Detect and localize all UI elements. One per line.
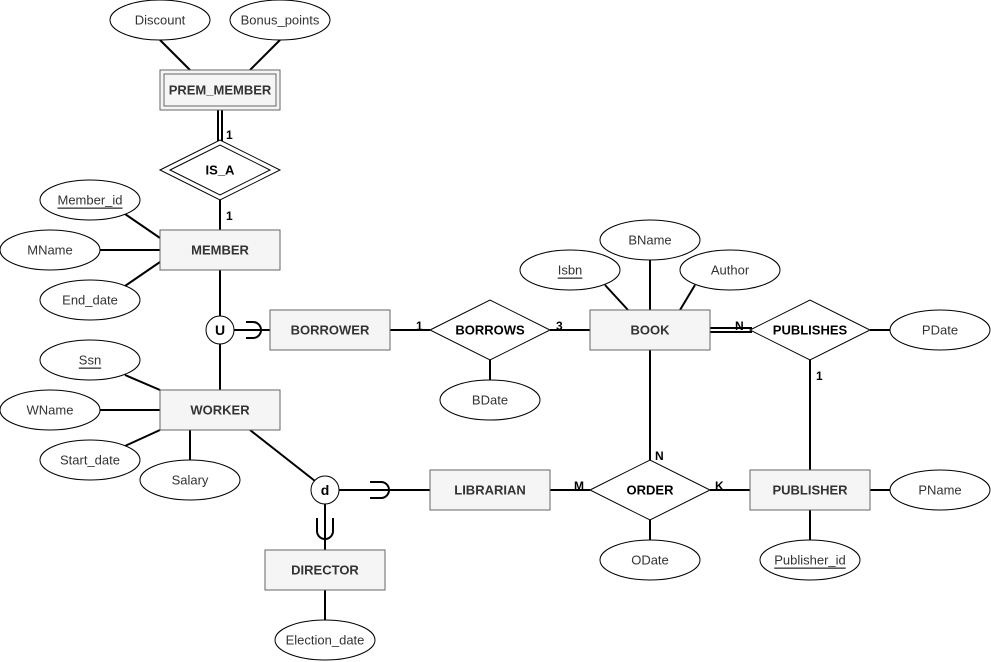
connector-line: [159, 39, 191, 71]
cardinality-order-publisher: K: [715, 479, 724, 493]
entity-borrower[interactable]: BORROWER: [269, 309, 391, 351]
label: WName: [27, 403, 74, 418]
cardinality-borrows-book: 3: [556, 319, 563, 333]
relationship-publishes[interactable]: PUBLISHES: [748, 299, 872, 361]
connector-line: [249, 39, 281, 71]
label: PDate: [922, 323, 958, 338]
label: Ssn: [79, 353, 101, 368]
attribute-bdate[interactable]: BDate: [439, 379, 541, 421]
attribute-author[interactable]: Author: [679, 249, 781, 291]
label: PName: [918, 483, 961, 498]
attribute-pdate[interactable]: PDate: [889, 309, 991, 351]
entity-director[interactable]: DIRECTOR: [264, 549, 386, 591]
relationship-is-a[interactable]: IS_A: [158, 139, 282, 201]
er-diagram: PREM_MEMBER MEMBER BORROWER WORKER BOOK LIBRA…: [0, 0, 991, 661]
relationship-borrows[interactable]: BORROWS: [428, 299, 552, 361]
cardinality-isa-member: 1: [226, 209, 233, 223]
cardinality-prem-isa: 1: [226, 128, 233, 142]
connector-line: [604, 284, 629, 311]
attribute-ssn[interactable]: Ssn: [39, 339, 141, 381]
label: PUBLISHER: [772, 483, 848, 498]
attribute-discount[interactable]: Discount: [109, 0, 211, 41]
label: Member_id: [57, 193, 122, 208]
cardinality-publishes-publisher: 1: [816, 369, 823, 383]
connector-line: [679, 284, 696, 311]
attribute-election-date[interactable]: Election_date: [274, 619, 376, 661]
entity-book[interactable]: BOOK: [589, 309, 711, 351]
label: Publisher_id: [774, 553, 846, 568]
label: WORKER: [190, 403, 250, 418]
attribute-end-date[interactable]: End_date: [39, 279, 141, 321]
entity-librarian[interactable]: LIBRARIAN: [429, 469, 551, 511]
attribute-isbn[interactable]: Isbn: [519, 249, 621, 291]
label: MName: [27, 243, 73, 258]
entity-prem-member[interactable]: PREM_MEMBER: [159, 69, 281, 111]
connector-line: [124, 374, 161, 391]
attribute-wname[interactable]: WName: [0, 389, 101, 431]
label: LIBRARIAN: [454, 483, 526, 498]
attribute-start-date[interactable]: Start_date: [39, 439, 141, 481]
attribute-member-id[interactable]: Member_id: [39, 179, 141, 221]
attribute-salary[interactable]: Salary: [139, 459, 241, 501]
cardinality-librarian-order: M: [574, 479, 584, 493]
label: BORROWER: [291, 323, 370, 338]
label: Author: [711, 263, 750, 278]
attribute-publisher-id[interactable]: Publisher_id: [759, 539, 861, 581]
label: U: [215, 322, 225, 338]
label: MEMBER: [191, 243, 249, 258]
label: Discount: [135, 13, 186, 28]
cardinality-book-publishes: N: [735, 319, 744, 333]
entity-member[interactable]: MEMBER: [159, 229, 281, 271]
label: BDate: [472, 393, 508, 408]
entity-worker[interactable]: WORKER: [159, 389, 281, 431]
label: BName: [628, 233, 671, 248]
label: ODate: [631, 553, 669, 568]
attribute-mname[interactable]: MName: [0, 229, 101, 271]
label: BOOK: [631, 323, 671, 338]
connector-line: [124, 213, 161, 239]
connector-line: [249, 429, 316, 482]
attribute-pname[interactable]: PName: [889, 469, 991, 511]
connector-line: [124, 429, 161, 447]
label: Election_date: [286, 633, 365, 648]
attribute-odate[interactable]: ODate: [599, 539, 701, 581]
connector-line: [124, 261, 161, 287]
label: End_date: [62, 293, 118, 308]
label: Bonus_points: [241, 13, 320, 28]
label: PUBLISHES: [773, 323, 848, 338]
label: Isbn: [558, 263, 583, 278]
label: Start_date: [60, 453, 120, 468]
cardinality-borrower-borrows: 1: [416, 319, 423, 333]
attribute-bname[interactable]: BName: [599, 219, 701, 261]
label: DIRECTOR: [291, 563, 359, 578]
label: d: [321, 482, 330, 498]
label: IS_A: [206, 163, 236, 178]
label: BORROWS: [455, 323, 525, 338]
cardinality-book-order: N: [655, 449, 664, 463]
label: Salary: [172, 473, 209, 488]
entity-publisher[interactable]: PUBLISHER: [749, 469, 871, 511]
label: ORDER: [627, 483, 675, 498]
union-node: U: [205, 315, 235, 345]
label: PREM_MEMBER: [169, 83, 272, 98]
attribute-bonus-points[interactable]: Bonus_points: [229, 0, 331, 41]
disjoint-node: d: [310, 475, 340, 505]
relationship-order[interactable]: ORDER: [588, 459, 712, 521]
